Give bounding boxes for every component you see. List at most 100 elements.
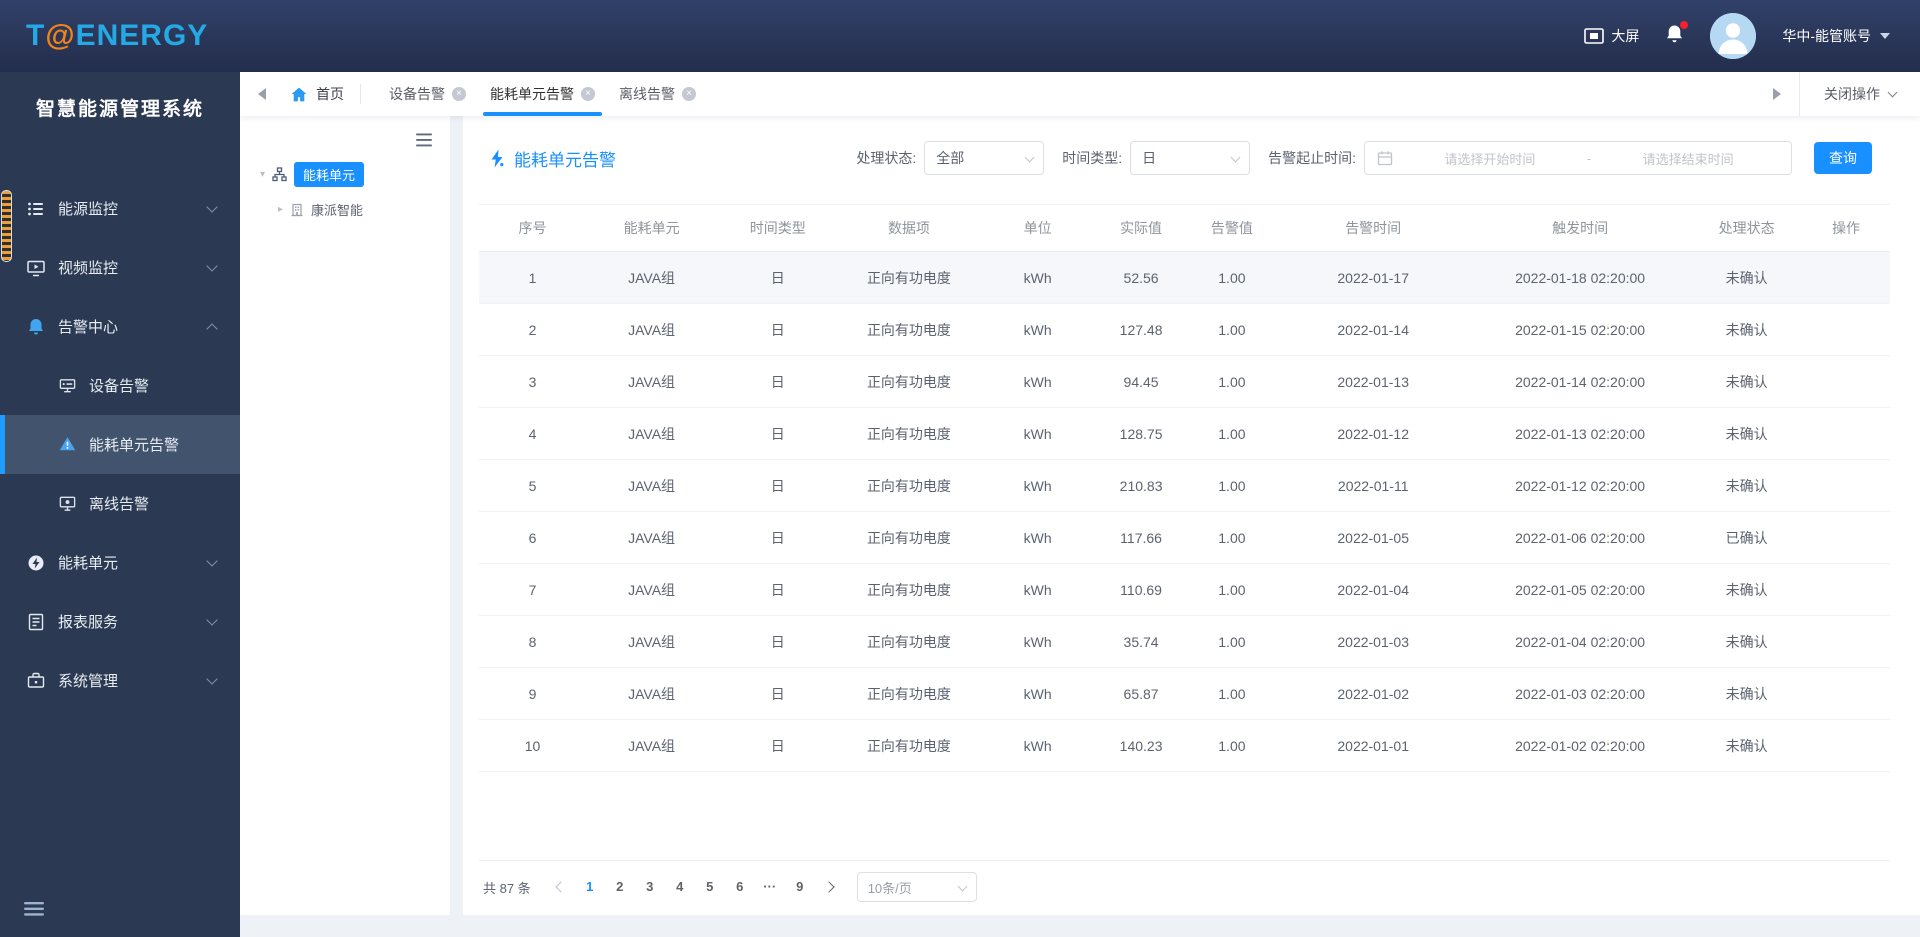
org-tree-icon — [272, 167, 287, 182]
account-menu[interactable]: 华中-能管账号 — [1782, 26, 1890, 46]
video-monitor-icon — [27, 260, 45, 276]
table-cell: 日 — [717, 251, 839, 304]
avatar[interactable] — [1710, 13, 1757, 59]
start-date-placeholder[interactable]: 请选择开始时间 — [1399, 149, 1581, 168]
page-button[interactable]: 5 — [697, 874, 723, 900]
table-header-row: 序号 能耗单元 时间类型 数据项 单位 实际值 告警值 告警时间 触发时间 处理状态 操作 — [479, 204, 1890, 252]
table-cell: 日 — [717, 407, 839, 460]
close-icon[interactable] — [682, 87, 696, 101]
table-cell: 2022-01-06 02:20:00 — [1469, 511, 1692, 564]
next-page-button[interactable] — [817, 875, 841, 899]
sidebar-item-label: 视频监控 — [58, 260, 119, 277]
table-row[interactable]: 8 JAVA组 日 正向有功电度 kWh 35.74 1.00 2022-01-… — [479, 615, 1890, 668]
table-cell: 65.87 — [1095, 667, 1187, 720]
tree-node-child[interactable]: ▸ 康派智能 — [278, 200, 363, 219]
sidebar-item-alarm-center[interactable]: 告警中心 — [0, 297, 240, 356]
tab-home[interactable]: 首页 — [290, 72, 344, 116]
table-cell: 1.00 — [1186, 667, 1278, 720]
chevron-down-icon — [957, 881, 968, 892]
table-row[interactable]: 7 JAVA组 日 正向有功电度 kWh 110.69 1.00 2022-01… — [479, 563, 1890, 616]
chevron-down-icon — [206, 555, 218, 567]
close-operations-dropdown[interactable]: 关闭操作 — [1800, 84, 1920, 104]
sidebar-item-label: 离线告警 — [89, 496, 150, 513]
table-cell: JAVA组 — [585, 303, 718, 356]
table-cell: 正向有功电度 — [838, 563, 980, 616]
page-title: 能耗单元告警 — [514, 150, 616, 170]
caret-right-icon[interactable]: ▸ — [278, 204, 283, 215]
sidebar-item-report-service[interactable]: 报表服务 — [0, 592, 240, 651]
sidebar-item-energy-unit-alarm[interactable]: 能耗单元告警 — [0, 415, 240, 474]
table-cell: 7 — [479, 563, 586, 616]
date-range-label: 告警起止时间: — [1268, 150, 1356, 166]
tree-collapse-button[interactable] — [416, 133, 432, 152]
table-header-cell: 能耗单元 — [585, 204, 718, 252]
table-cell: 8 — [479, 615, 586, 668]
table-cell: 5 — [479, 459, 586, 512]
status-select[interactable]: 全部 — [924, 141, 1045, 175]
status-cell: 未确认 — [1691, 303, 1803, 356]
table-row[interactable]: 4 JAVA组 日 正向有功电度 kWh 128.75 1.00 2022-01… — [479, 407, 1890, 460]
page-button[interactable]: 3 — [637, 874, 663, 900]
table-cell: 日 — [717, 563, 839, 616]
chevron-left-icon — [555, 881, 567, 893]
search-button[interactable]: 查询 — [1814, 142, 1872, 174]
page-button[interactable]: 4 — [667, 874, 693, 900]
tab-offline-alarm[interactable]: 离线告警 — [607, 72, 708, 116]
pagination: 共 87 条 1 2 3 4 5 6 ··· 9 10条/页 — [483, 869, 977, 905]
table-cell: kWh — [979, 667, 1096, 720]
tree-node-root[interactable]: ▾ 能耗单元 — [260, 162, 365, 187]
table-row[interactable]: 3 JAVA组 日 正向有功电度 kWh 94.45 1.00 2022-01-… — [479, 355, 1890, 408]
end-date-placeholder[interactable]: 请选择结束时间 — [1597, 149, 1779, 168]
sidebar-item-energy-monitor[interactable]: 能源监控 — [0, 179, 240, 238]
table-row[interactable]: 1 JAVA组 日 正向有功电度 kWh 52.56 1.00 2022-01-… — [479, 251, 1890, 304]
page-size-select[interactable]: 10条/页 — [856, 872, 977, 902]
sidebar-item-device-alarm[interactable]: 设备告警 — [0, 356, 240, 415]
table-cell: 正向有功电度 — [838, 303, 980, 356]
tab-device-alarm[interactable]: 设备告警 — [377, 72, 478, 116]
table-cell: JAVA组 — [585, 667, 718, 720]
table-cell: 2 — [479, 303, 586, 356]
page-button[interactable]: ··· — [757, 874, 783, 900]
tree-node-label-selected[interactable]: 能耗单元 — [294, 162, 365, 187]
table-row[interactable]: 6 JAVA组 日 正向有功电度 kWh 117.66 1.00 2022-01… — [479, 511, 1890, 564]
date-range-picker[interactable]: 请选择开始时间 - 请选择结束时间 — [1364, 141, 1792, 175]
close-icon[interactable] — [581, 87, 595, 101]
tabs-scroll-right-icon[interactable] — [1773, 88, 1781, 100]
sidebar-item-system-management[interactable]: 系统管理 — [0, 651, 240, 710]
prev-page-button[interactable] — [549, 875, 573, 899]
table-cell: 2022-01-03 — [1277, 615, 1470, 668]
tree-node-label: 康派智能 — [311, 203, 364, 218]
caret-down-icon[interactable]: ▾ — [260, 169, 265, 180]
table-row[interactable]: 5 JAVA组 日 正向有功电度 kWh 210.83 1.00 2022-01… — [479, 459, 1890, 512]
table-cell: 2022-01-11 — [1277, 459, 1470, 512]
action-cell — [1802, 667, 1890, 720]
notification-button[interactable] — [1665, 21, 1689, 48]
table-cell: 2022-01-17 — [1277, 251, 1470, 304]
table-row[interactable]: 9 JAVA组 日 正向有功电度 kWh 65.87 1.00 2022-01-… — [479, 667, 1890, 720]
sidebar-item-offline-alarm[interactable]: 离线告警 — [0, 474, 240, 533]
tabs-scroll-left-icon[interactable] — [258, 88, 266, 100]
big-screen-button[interactable]: 大屏 — [1584, 26, 1639, 46]
table-row[interactable]: 2 JAVA组 日 正向有功电度 kWh 127.48 1.00 2022-01… — [479, 303, 1890, 356]
table-cell: 2022-01-02 02:20:00 — [1469, 719, 1692, 772]
tab-energy-unit-alarm[interactable]: 能耗单元告警 — [478, 72, 607, 116]
screen-icon — [1584, 28, 1605, 44]
table-row[interactable]: 10 JAVA组 日 正向有功电度 kWh 140.23 1.00 2022-0… — [479, 719, 1890, 772]
sidebar-item-label: 能耗单元 — [58, 555, 119, 572]
table-cell: 2022-01-03 02:20:00 — [1469, 667, 1692, 720]
chevron-up-icon — [206, 323, 218, 335]
sidebar-item-energy-unit[interactable]: 能耗单元 — [0, 533, 240, 592]
page-button[interactable]: 6 — [727, 874, 753, 900]
page-button[interactable]: 9 — [787, 874, 813, 900]
action-cell — [1802, 355, 1890, 408]
status-select-value: 全部 — [936, 150, 965, 166]
sidebar-item-video-monitor[interactable]: 视频监控 — [0, 238, 240, 297]
table-cell: 1.00 — [1186, 459, 1278, 512]
close-icon[interactable] — [452, 87, 466, 101]
action-cell — [1802, 511, 1890, 564]
sidebar-collapse-button[interactable] — [24, 902, 44, 921]
time-type-select[interactable]: 日 — [1130, 141, 1251, 175]
page-button[interactable]: 2 — [607, 874, 633, 900]
page-button[interactable]: 1 — [577, 874, 603, 900]
time-type-select-value: 日 — [1142, 150, 1157, 166]
